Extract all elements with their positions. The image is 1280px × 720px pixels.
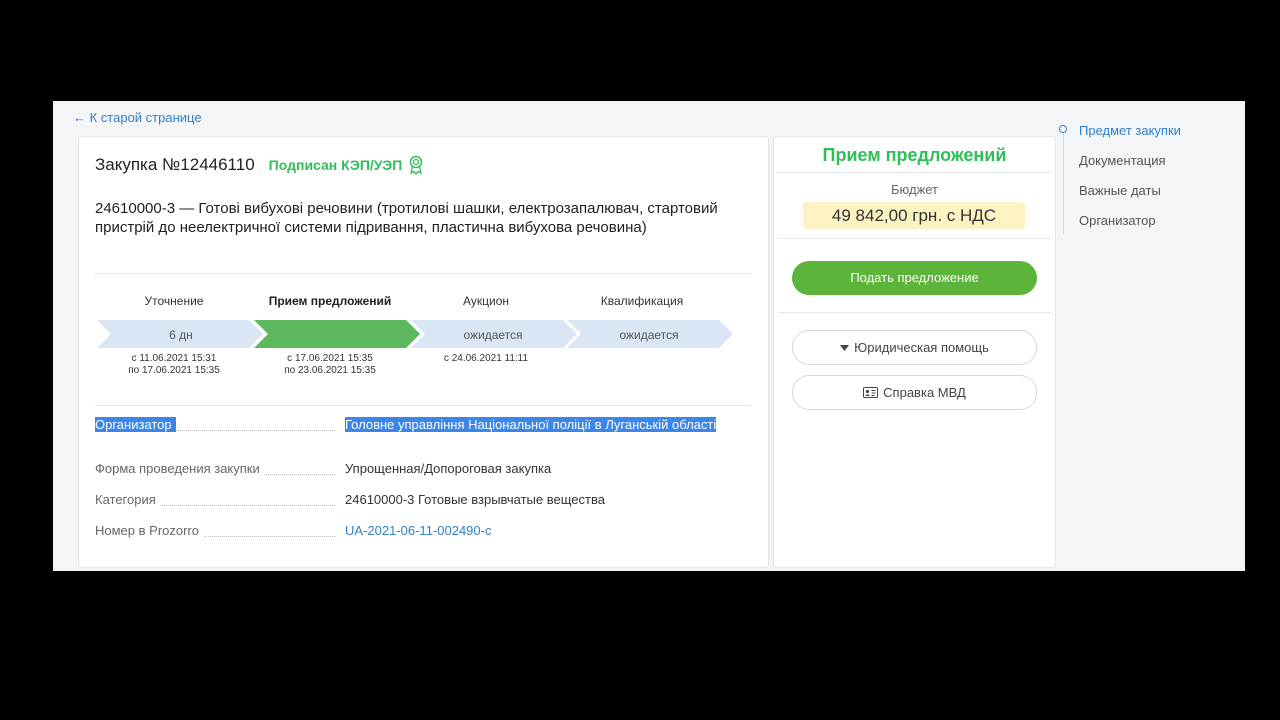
nav-active-marker — [1059, 125, 1067, 133]
divider — [95, 405, 751, 406]
stage-name-offers: Прием предложений — [268, 294, 392, 308]
stage-date-start: с 24.06.2021 11:11 — [443, 353, 529, 364]
tender-title: Закупка №12446110 — [95, 155, 255, 174]
award-icon — [410, 155, 423, 175]
stage-arrow-offers — [254, 320, 420, 348]
selected-text: Головне управління Національної поліції … — [345, 417, 717, 432]
field-label-category: Категория — [95, 492, 160, 507]
stage-date-start: с 11.06.2021 15:31 — [131, 353, 217, 364]
field-label-prozorro-number: Номер в Prozorro — [95, 523, 203, 538]
tender-subject: 24610000-3 — Готові вибухові речовини (т… — [95, 200, 718, 236]
field-procurement-form: Форма проведения закупки Упрощенная/Допо… — [95, 461, 751, 481]
field-value-procurement-form: Упрощенная/Допороговая закупка — [345, 461, 552, 476]
stage-date-end: по 17.06.2021 15:35 — [128, 365, 220, 376]
tender-main-card: Закупка №12446110 Подписан КЭП/УЭП 24610… — [78, 136, 769, 568]
signed-badge: Подписан КЭП/УЭП — [269, 155, 425, 175]
nav-track — [1063, 131, 1064, 234]
field-label-organizer: Организатор — [95, 417, 176, 432]
stage-value-qualification: ожидается — [619, 328, 679, 342]
mvd-certificate-label: Справка МВД — [883, 385, 966, 400]
nav-item-important-dates[interactable]: Важные даты — [1079, 183, 1161, 198]
stage-value-auction: ожидается — [463, 328, 523, 342]
signed-badge-label: Подписан КЭП/УЭП — [268, 157, 403, 173]
submit-offer-button[interactable]: Подать предложение — [792, 261, 1037, 295]
page: ← К старой странице Закупка №12446110 По… — [53, 101, 1245, 571]
legal-help-button[interactable]: Юридическая помощь — [792, 330, 1037, 365]
divider — [95, 273, 751, 274]
caret-down-icon — [840, 344, 850, 351]
nav-item-organizer[interactable]: Организатор — [1079, 213, 1156, 228]
field-category: Категория 24610000-3 Готовые взрывчатые … — [95, 492, 751, 512]
id-card-icon — [863, 387, 879, 398]
divider — [778, 172, 1051, 173]
side-card: Прием предложений Бюджет 49 842,00 грн. … — [773, 136, 1056, 568]
stage-dates-clarification: с 11.06.2021 15:31 по 17.06.2021 15:35 — [99, 353, 249, 377]
field-value-category: 24610000-3 Готовые взрывчатые вещества — [345, 492, 605, 507]
stage-name-auction: Аукцион — [463, 294, 509, 308]
field-organizer: Организатор Головне управління Національ… — [95, 417, 751, 451]
stage-date-end: по 23.06.2021 15:35 — [284, 365, 376, 376]
field-value-organizer[interactable]: Головне управління Національної поліції … — [345, 417, 735, 432]
stage-name-qualification: Квалификация — [600, 294, 684, 308]
prozorro-link[interactable]: UA-2021-06-11-002490-c — [345, 523, 735, 538]
stage-dates-auction: с 24.06.2021 11:11 — [411, 353, 561, 365]
stage-name-clarification: Уточнение — [144, 294, 204, 308]
budget-value: 49 842,00 грн. с НДС — [803, 202, 1025, 229]
mvd-certificate-button[interactable]: Справка МВД — [792, 375, 1037, 410]
back-to-old-page-link[interactable]: ← К старой странице — [73, 110, 202, 125]
tender-status: Прием предложений — [822, 145, 1007, 165]
budget-label: Бюджет — [890, 182, 939, 197]
stage-value-clarification: 6 дн — [169, 328, 193, 342]
title-row: Закупка №12446110 Подписан КЭП/УЭП — [95, 155, 424, 175]
divider — [778, 238, 1051, 239]
stage-date-start: с 17.06.2021 15:35 — [287, 353, 373, 364]
legal-help-label: Юридическая помощь — [854, 340, 989, 355]
divider — [778, 312, 1051, 313]
field-prozorro-number: Номер в Prozorro UA-2021-06-11-002490-c — [95, 523, 751, 543]
nav-item-documentation[interactable]: Документация — [1079, 153, 1166, 168]
nav-item-subject[interactable]: Предмет закупки — [1079, 123, 1181, 138]
stage-dates-offers: с 17.06.2021 15:35 по 23.06.2021 15:35 — [255, 353, 405, 377]
field-label-procurement-form: Форма проведения закупки — [95, 461, 264, 476]
